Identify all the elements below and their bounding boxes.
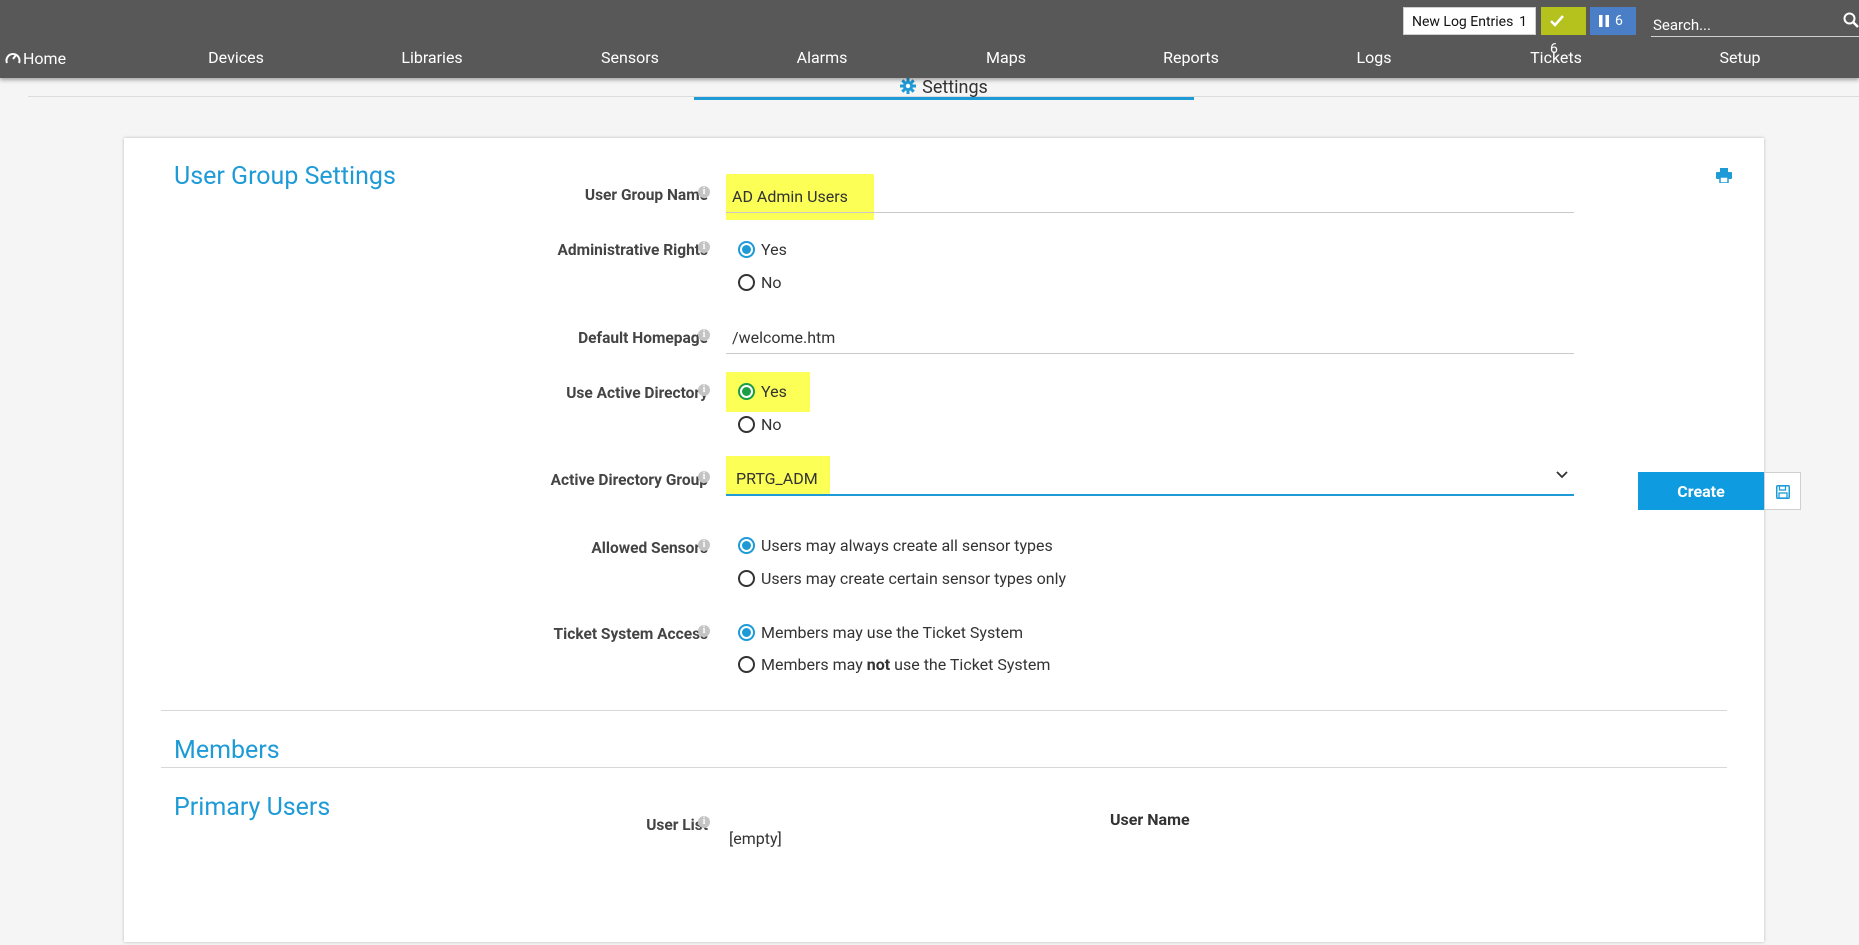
nav-alarms[interactable]: Alarms [797,48,848,67]
radio-selected-icon [738,241,755,258]
group-name-value: AD Admin Users [732,187,848,206]
info-icon[interactable]: i [698,816,710,828]
group-name-label: User Group Name [584,186,708,204]
admin-rights-yes-radio[interactable]: Yes [738,240,787,259]
homepage-field[interactable]: /welcome.htm [726,318,1574,354]
create-button[interactable]: Create [1638,472,1764,510]
top-bar: New Log Entries 1 6 6 Home Devices Libra… [0,0,1859,78]
tab-settings-label: Settings [922,77,988,98]
radio-unselected-icon [738,416,755,433]
admin-rights-no-radio[interactable]: No [738,273,782,292]
radio-selected-icon [738,624,755,641]
active-directory-label: Use Active Directory [566,384,708,402]
section-title-user-group-settings: User Group Settings [174,162,396,191]
user-list-empty: [empty] [729,829,782,848]
nav-setup[interactable]: Setup [1719,48,1760,67]
search-input[interactable] [1651,7,1835,43]
pause-icon [1599,15,1609,28]
user-name-column-header[interactable]: User Name [1110,810,1190,829]
radio-selected-icon [738,537,755,554]
admin-rights-label: Administrative Rights [557,241,708,259]
info-icon[interactable]: i [698,625,710,637]
info-icon[interactable]: i [698,329,710,341]
nav-home[interactable]: Home [5,49,66,68]
active-directory-yes-label: Yes [761,382,787,401]
main-nav: Home Devices Libraries Sensors Alarms Ma… [0,48,1859,74]
search-box [1651,7,1859,43]
checkmark-icon [1550,15,1564,28]
nav-sensors[interactable]: Sensors [601,48,659,67]
radio-selected-icon [738,383,755,400]
admin-rights-yes-label: Yes [761,240,787,259]
ok-sensors-badge[interactable]: 6 [1541,7,1586,57]
ticket-access-not-use-emphasis: not [866,655,891,674]
active-directory-no-radio[interactable]: No [738,415,782,434]
ad-group-select[interactable]: PRTG_ADM [726,457,1574,496]
ticket-access-use-label: Members may use the Ticket System [761,623,1024,642]
paused-sensors-count: 6 [1615,13,1623,29]
admin-rights-no-label: No [761,273,782,292]
allowed-sensors-label: Allowed Sensors [591,539,708,557]
ad-group-label: Active Directory Group [550,471,708,489]
nav-reports[interactable]: Reports [1163,48,1219,67]
ticket-access-label: Ticket System Access [553,625,708,643]
nav-logs[interactable]: Logs [1357,48,1392,67]
info-icon[interactable]: i [698,471,710,483]
homepage-label: Default Homepage [578,329,708,347]
info-icon[interactable]: i [698,384,710,396]
group-name-field[interactable]: AD Admin Users [726,177,1574,213]
ticket-access-not-use-prefix: Members may [761,655,867,674]
section-divider [161,710,1727,711]
section-title-members: Members [174,736,280,765]
gauge-icon [5,53,21,64]
gear-icon [900,78,917,94]
info-icon[interactable]: i [698,539,710,551]
nav-home-label: Home [23,49,67,68]
radio-unselected-icon [738,274,755,291]
save-icon [1776,485,1790,499]
nav-maps[interactable]: Maps [986,48,1026,67]
paused-sensors-badge[interactable]: 6 [1590,7,1636,35]
new-log-entries-label: New Log Entries [1412,14,1514,30]
ad-group-value: PRTG_ADM [736,469,818,488]
info-icon[interactable]: i [698,241,710,253]
allowed-sensors-all-radio[interactable]: Users may always create all sensor types [738,536,1053,555]
ticket-access-use-radio[interactable]: Members may use the Ticket System [738,623,1023,642]
section-divider [161,767,1727,768]
allowed-sensors-all-label: Users may always create all sensor types [761,536,1053,555]
new-log-entries-button[interactable]: New Log Entries 1 [1403,7,1536,35]
info-icon[interactable]: i [698,186,710,198]
print-icon[interactable] [1716,168,1732,183]
nav-tickets[interactable]: Tickets [1530,48,1582,67]
ticket-access-not-use-radio[interactable]: Members may not use the Ticket System [738,655,1050,674]
active-directory-no-label: No [761,415,782,434]
ticket-access-not-use-label: Members may not use the Ticket System [761,655,1050,674]
save-button[interactable] [1764,472,1801,510]
new-log-entries-count: 1 [1519,14,1527,30]
radio-unselected-icon [738,570,755,587]
allowed-sensors-certain-label: Users may create certain sensor types on… [761,569,1067,588]
search-icon[interactable] [1843,12,1859,28]
radio-unselected-icon [738,656,755,673]
allowed-sensors-certain-radio[interactable]: Users may create certain sensor types on… [738,569,1066,588]
nav-libraries[interactable]: Libraries [401,48,462,67]
chevron-down-icon [1556,471,1568,479]
ticket-access-not-use-suffix: use the Ticket System [890,655,1051,674]
homepage-value: /welcome.htm [732,328,836,347]
tab-settings[interactable]: Settings [694,78,1194,100]
nav-devices[interactable]: Devices [208,48,264,67]
active-directory-yes-radio[interactable]: Yes [738,382,787,401]
section-title-primary-users: Primary Users [174,793,331,822]
